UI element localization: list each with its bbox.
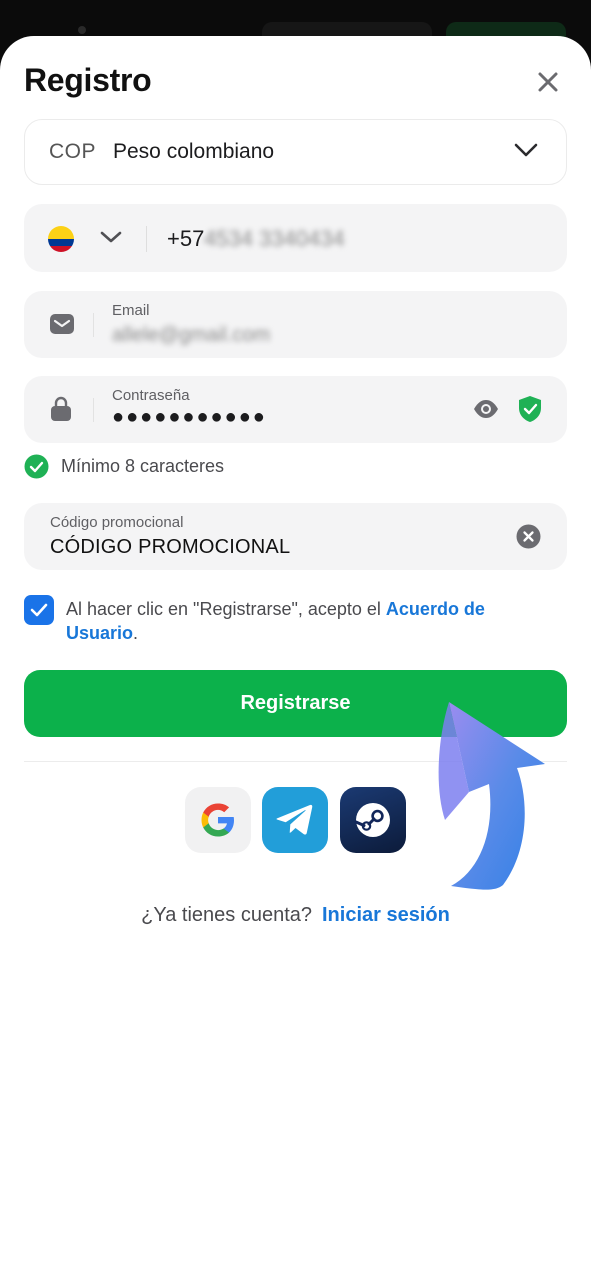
- shield-check-icon: [519, 396, 541, 422]
- login-link[interactable]: Iniciar sesión: [322, 904, 450, 926]
- colombia-flag-icon[interactable]: [48, 226, 74, 252]
- close-button[interactable]: [530, 64, 566, 100]
- password-field[interactable]: Contraseña ●●●●●●●●●●●: [24, 376, 567, 443]
- telegram-login-button[interactable]: [262, 787, 328, 853]
- registration-sheet: Registro COP Peso colombiano +57 4534 33…: [0, 36, 591, 1280]
- clear-icon[interactable]: [516, 524, 541, 549]
- login-prompt-text: ¿Ya tienes cuenta?: [141, 904, 312, 926]
- google-login-button[interactable]: [185, 787, 251, 853]
- terms-text: Al hacer clic en "Registrarse", acepto e…: [66, 597, 546, 645]
- terms-checkbox[interactable]: [24, 595, 54, 625]
- mail-icon: [50, 314, 74, 334]
- password-label: Contraseña: [112, 387, 190, 404]
- pointer-arrow-icon: [438, 702, 545, 890]
- phone-field[interactable]: +57 4534 3340434: [24, 204, 567, 272]
- phone-number-input[interactable]: 4534 3340434: [204, 226, 345, 252]
- telegram-icon: [276, 804, 313, 835]
- google-icon: [201, 803, 234, 837]
- checkmark-icon: [30, 603, 48, 617]
- divider: [93, 313, 94, 337]
- phone-prefix: +57: [167, 226, 205, 251]
- eye-icon[interactable]: [472, 397, 500, 421]
- divider: [146, 226, 147, 252]
- promo-code-input[interactable]: CÓDIGO PROMOCIONAL: [50, 536, 290, 559]
- steam-login-button[interactable]: [340, 787, 406, 853]
- email-input[interactable]: allele@gmail.com: [112, 324, 270, 347]
- check-circle-icon: [24, 454, 49, 479]
- divider: [93, 398, 94, 422]
- currency-code: COP: [49, 140, 97, 163]
- email-label: Email: [112, 302, 150, 319]
- steam-icon: [354, 803, 390, 837]
- chevron-down-icon[interactable]: [100, 230, 122, 244]
- password-input[interactable]: ●●●●●●●●●●●: [112, 406, 267, 429]
- login-prompt: ¿Ya tienes cuenta? Iniciar sesión: [0, 904, 591, 927]
- terms-text-suffix: .: [133, 623, 139, 643]
- camera-dot: [78, 26, 86, 34]
- terms-text-body: Al hacer clic en "Registrarse", acepto e…: [66, 599, 386, 619]
- promo-code-field[interactable]: Código promocional CÓDIGO PROMOCIONAL: [24, 503, 567, 570]
- lock-icon: [51, 396, 71, 421]
- password-rule-text: Mínimo 8 caracteres: [61, 456, 225, 476]
- password-rule: Mínimo 8 caracteres: [24, 454, 224, 479]
- chevron-down-icon: [514, 143, 538, 157]
- page-title: Registro: [24, 62, 152, 98]
- email-field[interactable]: Email allele@gmail.com: [24, 291, 567, 358]
- close-icon: [538, 72, 558, 92]
- currency-select[interactable]: COP Peso colombiano: [24, 119, 567, 185]
- currency-name: Peso colombiano: [113, 140, 275, 163]
- promo-code-label: Código promocional: [50, 514, 184, 531]
